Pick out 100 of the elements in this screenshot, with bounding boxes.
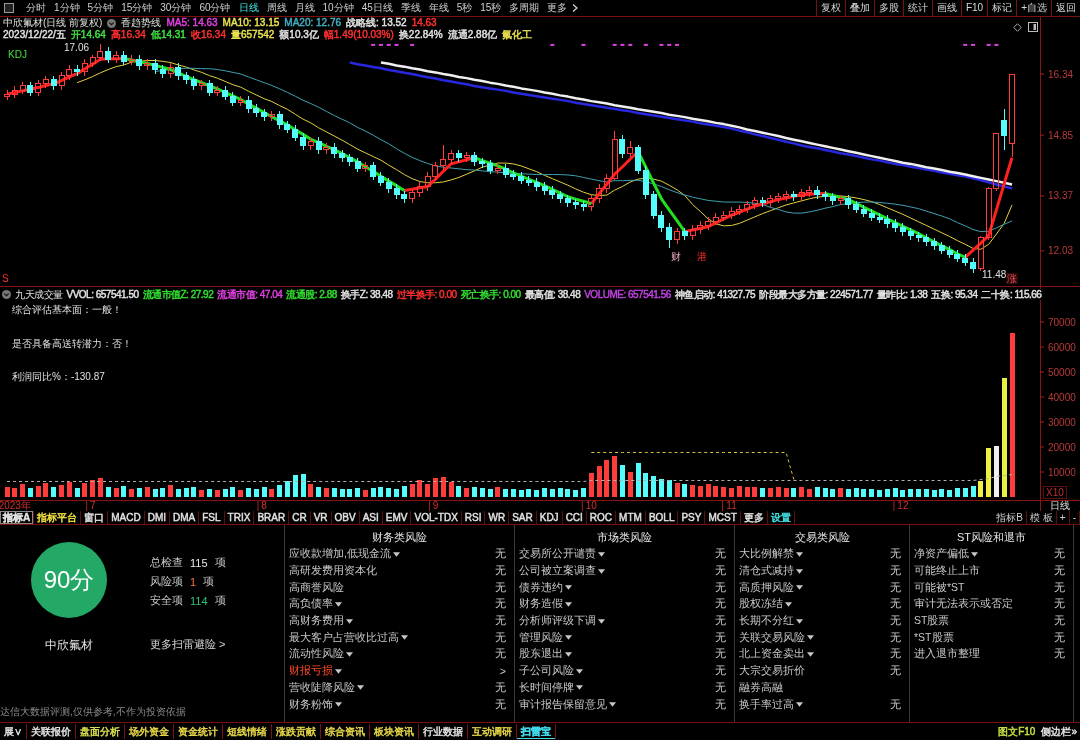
indicator-tab[interactable]: VR [310, 511, 332, 524]
indicator-tab[interactable]: 窗口 [81, 511, 109, 524]
more-scan-link[interactable]: 更多扫雷避险 > [150, 637, 226, 652]
panel-icon[interactable] [1028, 22, 1038, 32]
bottom-tab[interactable]: 行业数据 [419, 724, 468, 739]
caret-icon[interactable] [785, 601, 792, 607]
period-tab[interactable]: 5秒 [452, 0, 477, 16]
risk-item-label[interactable]: 股东退出 [519, 647, 563, 662]
caret-icon[interactable] [807, 635, 814, 641]
indicator-tab[interactable]: DMA [170, 511, 200, 524]
caret-icon[interactable] [598, 618, 605, 624]
risk-item-label[interactable]: 大宗交易折价 [739, 664, 805, 679]
period-tab[interactable]: 60分钟 [195, 0, 235, 16]
risk-item-label[interactable]: 高商誉风险 [289, 580, 344, 595]
caret-icon[interactable] [565, 635, 572, 641]
indicator-tab[interactable]: 指标A [0, 511, 35, 524]
period-tab[interactable]: 15秒 [476, 0, 506, 16]
risk-item-label[interactable]: 融券高融 [739, 680, 783, 695]
indicator-tab[interactable]: BOLL [645, 511, 679, 524]
indicator-tab[interactable]: FSL [199, 511, 225, 524]
risk-item-label[interactable]: *ST股票 [914, 630, 954, 645]
risk-item-label[interactable]: 财务粉饰 [289, 697, 333, 712]
bottom-tab[interactable]: 扫雷宝 [517, 724, 556, 739]
indicator-tab[interactable]: CCI [562, 511, 587, 524]
bottom-tab[interactable]: 资金统计 [174, 724, 223, 739]
indicator-tab[interactable]: SAR [509, 511, 537, 524]
toolbar-button[interactable]: F10 [960, 0, 988, 16]
indicator-tab[interactable]: KDJ [536, 511, 563, 524]
indicator-tab[interactable]: VOL-TDX [411, 511, 462, 524]
risk-item-label[interactable]: 高负债率 [289, 597, 333, 612]
side-link[interactable]: 图文F10 [995, 724, 1039, 739]
bottom-tab[interactable]: 展∨ [0, 724, 27, 739]
risk-item-label[interactable]: 大比例解禁 [739, 547, 794, 562]
caret-icon[interactable] [335, 668, 342, 674]
caret-icon[interactable] [598, 551, 605, 557]
period-tab[interactable]: 周线 [262, 0, 291, 16]
risk-item-label[interactable]: 财报亏损 [289, 664, 333, 679]
risk-item-label[interactable]: 股权冻结 [739, 597, 783, 612]
risk-item-label[interactable]: 可能终止上市 [914, 564, 980, 579]
indicator-tab[interactable]: CR [289, 511, 311, 524]
bottom-tab[interactable]: 关联报价 [27, 724, 76, 739]
caret-icon[interactable] [807, 651, 814, 657]
period-tab[interactable]: 10分钟 [318, 0, 358, 16]
bottom-tab[interactable]: 板块资讯 [370, 724, 419, 739]
bottom-tab[interactable]: 涨跌贡献 [272, 724, 321, 739]
indicator-tab[interactable]: 更多 [740, 511, 768, 524]
chevron-icon[interactable] [572, 4, 579, 12]
risk-item-label[interactable]: 应收款增加,低现金流 [289, 547, 391, 562]
risk-item-label[interactable]: 最大客户占营收比过高 [289, 630, 399, 645]
risk-item-label[interactable]: 公司被立案调查 [519, 564, 596, 579]
risk-item-label[interactable]: 债券违约 [519, 580, 563, 595]
indicator-tab[interactable]: ASI [359, 511, 383, 524]
bottom-tab[interactable]: 综合资讯 [321, 724, 370, 739]
toolbar-button[interactable]: 统计 [902, 0, 932, 16]
caret-icon[interactable] [971, 551, 978, 557]
caret-icon[interactable] [609, 702, 616, 708]
risk-item-label[interactable]: 关联交易风险 [739, 630, 805, 645]
indicator-tab[interactable]: ROC [586, 511, 617, 524]
indicator-tab[interactable]: RSI [461, 511, 486, 524]
indicator-tab[interactable]: TRIX [224, 511, 255, 524]
caret-icon[interactable] [335, 702, 342, 708]
toolbar-button[interactable]: 复权 [815, 0, 845, 16]
bottom-tab[interactable]: 场外资金 [125, 724, 174, 739]
toolbar-button[interactable]: 叠加 [844, 0, 874, 16]
period-tab[interactable]: 日线 [234, 0, 263, 16]
period-tab[interactable]: 15分钟 [117, 0, 157, 16]
toolbar-button[interactable]: +自选 [1016, 0, 1051, 16]
template-button[interactable]: 指标B [993, 511, 1028, 524]
caret-icon[interactable] [796, 568, 803, 574]
risk-item-label[interactable]: 长期不分红 [739, 614, 794, 629]
risk-item-label[interactable]: 分析师评级下调 [519, 614, 596, 629]
caret-icon[interactable] [401, 635, 408, 641]
indicator-tab[interactable]: OBV [331, 511, 360, 524]
caret-icon[interactable] [346, 618, 353, 624]
toolbar-button[interactable]: 画线 [931, 0, 961, 16]
period-tab[interactable]: 多周期 [505, 0, 544, 16]
toolbar-button[interactable]: 返回 [1051, 0, 1080, 16]
period-tab[interactable]: 分时 [22, 0, 50, 16]
risk-item-label[interactable]: 净资产偏低 [914, 547, 969, 562]
risk-item-label[interactable]: 审计无法表示或否定 [914, 597, 1013, 612]
bottom-tab[interactable]: 短线情绪 [223, 724, 272, 739]
period-tab[interactable]: 45日线 [357, 0, 397, 16]
toolbar-button[interactable]: 多股 [873, 0, 903, 16]
indicator-tab[interactable]: MACD [108, 511, 145, 524]
more-button[interactable]: 更多 [543, 0, 572, 16]
risk-item-label[interactable]: 长时间停牌 [519, 680, 574, 695]
caret-icon[interactable] [565, 601, 572, 607]
caret-icon[interactable] [335, 601, 342, 607]
indicator-tab[interactable]: MTM [616, 511, 646, 524]
caret-icon[interactable] [796, 618, 803, 624]
caret-icon[interactable] [346, 651, 353, 657]
circle-caret-icon[interactable] [2, 290, 11, 299]
template-button[interactable]: - [1069, 511, 1080, 524]
indicator-tab[interactable]: DMI [144, 511, 171, 524]
indicator-tab[interactable]: EMV [382, 511, 412, 524]
indicator-tab[interactable]: MCST [705, 511, 741, 524]
period-tab[interactable]: 1分钟 [50, 0, 84, 16]
indicator-tab[interactable]: BRAR [254, 511, 290, 524]
caret-icon[interactable] [796, 551, 803, 557]
caret-icon[interactable] [796, 702, 803, 708]
